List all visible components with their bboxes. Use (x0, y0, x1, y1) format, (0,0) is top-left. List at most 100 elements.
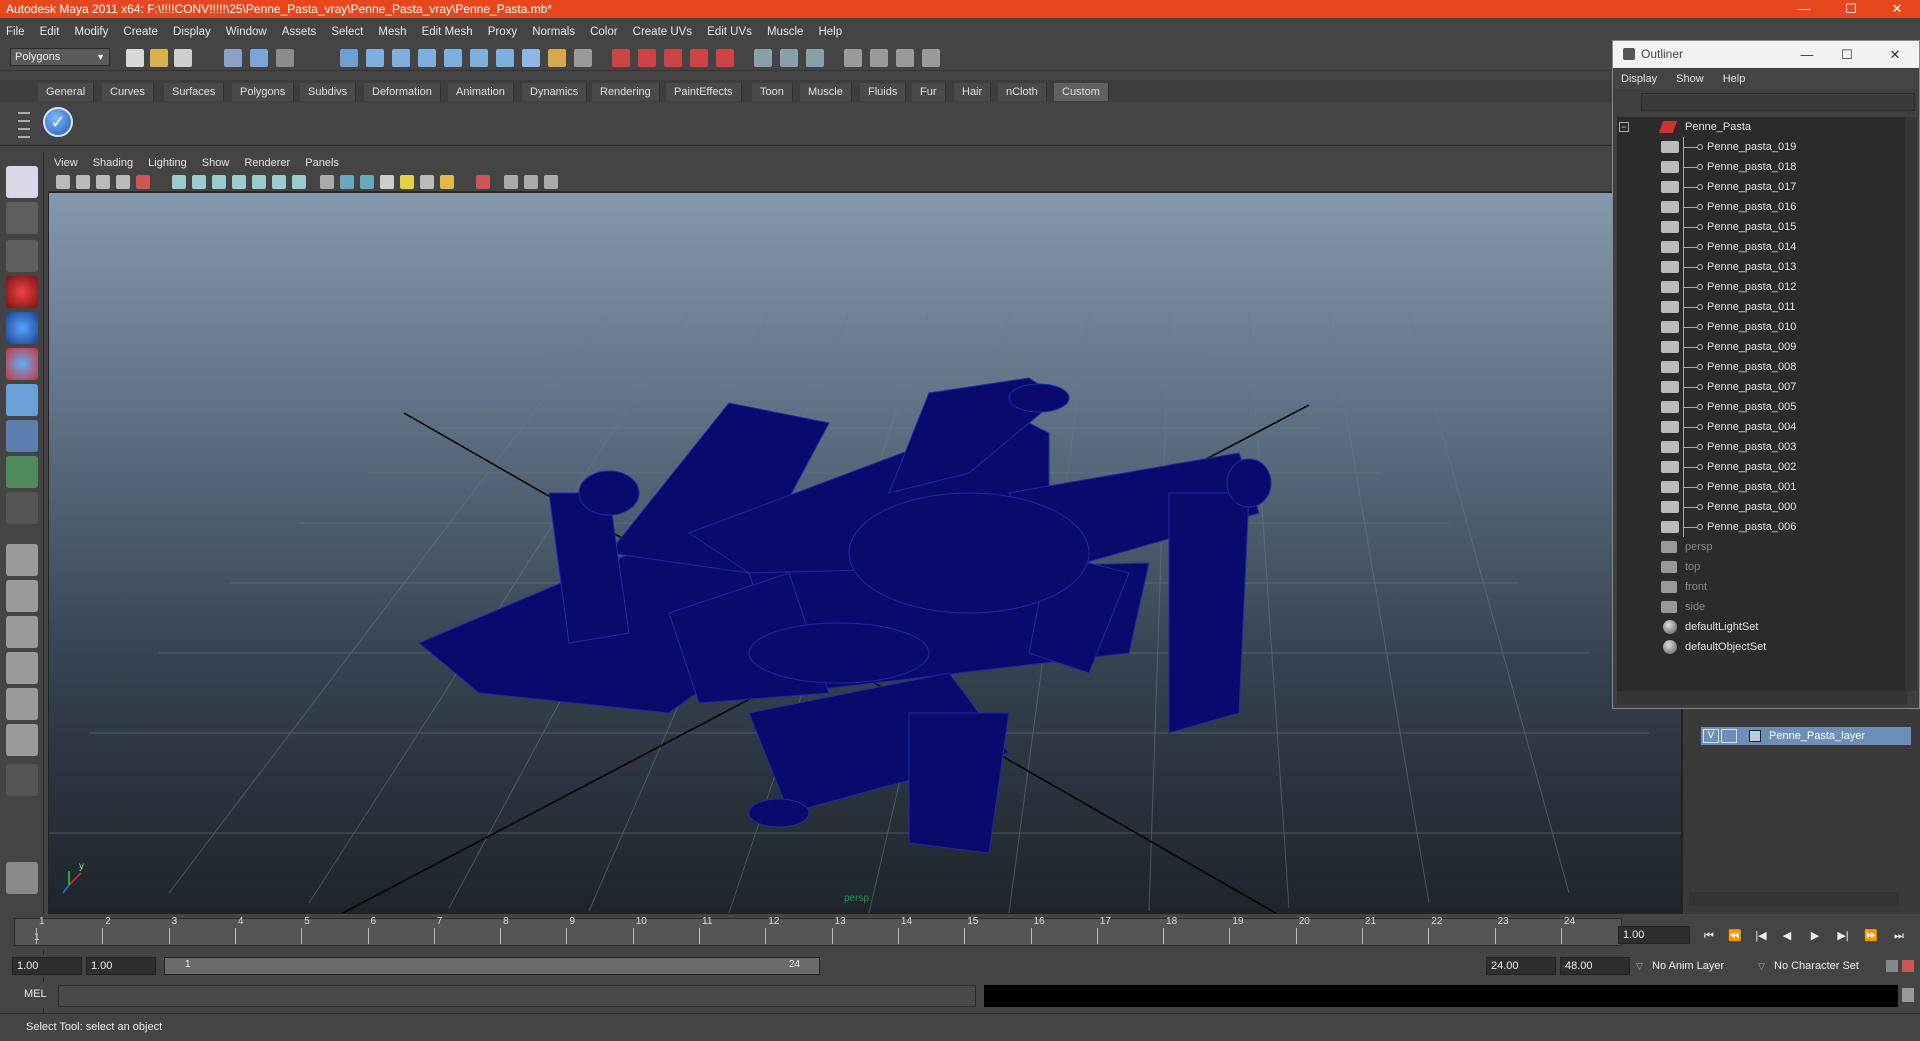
snap-curve-icon[interactable] (366, 49, 384, 67)
persp-graph-hypergraph-layout-icon[interactable] (6, 724, 38, 756)
tab-painteffects[interactable]: PaintEffects (666, 83, 742, 101)
panel-menu-shading[interactable]: Shading (87, 153, 139, 173)
all-lights-icon[interactable] (420, 175, 434, 189)
xray-icon[interactable] (504, 175, 518, 189)
step-back-key-button[interactable]: ⏪ (1726, 928, 1744, 944)
outliner-item[interactable]: Penne_pasta_009 (1617, 337, 1907, 357)
menu-create-uvs[interactable]: Create UVs (627, 22, 698, 42)
anim-layer-select[interactable]: No Anim Layer (1652, 957, 1758, 975)
outliner-item[interactable]: Penne_pasta_007 (1617, 377, 1907, 397)
outliner-item[interactable]: Penne_pasta_005 (1617, 397, 1907, 417)
move-tool-icon[interactable] (6, 276, 38, 308)
outliner-item[interactable]: Penne_pasta_015 (1617, 217, 1907, 237)
select-component-icon[interactable] (276, 49, 294, 67)
play-backwards-button[interactable]: ◀ (1778, 928, 1796, 944)
make-live-icon[interactable] (444, 49, 462, 67)
lasso-tool-icon[interactable] (6, 202, 38, 234)
close-button[interactable]: ✕ (1877, 0, 1917, 18)
wireframe-on-shaded-icon[interactable] (360, 175, 374, 189)
outliner-menu-display[interactable]: Display (1613, 69, 1665, 89)
step-forward-frame-button[interactable]: ▶| (1834, 928, 1852, 944)
tab-subdivs[interactable]: Subdivs (300, 83, 357, 101)
safe-action-icon[interactable] (272, 175, 286, 189)
tab-hair[interactable]: Hair (954, 83, 992, 101)
open-scene-icon[interactable] (150, 49, 168, 67)
four-pane-layout-icon[interactable] (6, 580, 38, 612)
tab-surfaces[interactable]: Surfaces (164, 83, 225, 101)
go-to-end-button[interactable]: ⏭ (1890, 928, 1908, 944)
outliner-list[interactable]: − Penne_Pasta Penne_pasta_019 Penne_pasta… (1617, 117, 1909, 691)
scene-end-field[interactable]: 48.00 (1560, 957, 1630, 975)
tab-custom[interactable]: Custom (1054, 83, 1109, 101)
panel-menu-show[interactable]: Show (196, 153, 236, 173)
tab-muscle[interactable]: Muscle (800, 83, 852, 101)
minimize-button[interactable]: — (1784, 0, 1824, 18)
menu-create[interactable]: Create (117, 22, 164, 42)
menu-edit-uvs[interactable]: Edit UVs (701, 22, 758, 42)
outliner-toggle-icon[interactable] (896, 49, 914, 67)
tab-ncloth[interactable]: nCloth (998, 83, 1047, 101)
script-editor-icon[interactable] (1902, 988, 1914, 1002)
outliner-item[interactable]: Penne_pasta_018 (1617, 157, 1907, 177)
outliner-item[interactable]: Penne_pasta_001 (1617, 477, 1907, 497)
tab-general[interactable]: General (38, 83, 95, 101)
layout-options-icon[interactable] (6, 764, 38, 796)
menu-modify[interactable]: Modify (68, 22, 114, 42)
default-lighting-icon[interactable] (400, 175, 414, 189)
show-manipulator-icon[interactable] (6, 456, 38, 488)
sidebar-toggle-icon[interactable] (844, 49, 862, 67)
select-hierarchy-icon[interactable] (224, 49, 242, 67)
hypershade-icon[interactable] (690, 49, 708, 67)
current-frame-field[interactable]: 1.00 (1618, 926, 1690, 944)
panel-menu-view[interactable]: View (48, 153, 84, 173)
scene-start-field[interactable]: 1.00 (12, 957, 82, 975)
outliner-item[interactable]: Penne_pasta_012 (1617, 277, 1907, 297)
scale-tool-icon[interactable] (6, 348, 38, 380)
menu-edit-mesh[interactable]: Edit Mesh (416, 22, 479, 42)
snap-point-icon[interactable] (392, 49, 410, 67)
grid-toggle-icon[interactable] (172, 175, 186, 189)
render-view-icon[interactable] (716, 49, 734, 67)
outliner-item[interactable]: Penne_pasta_000 (1617, 497, 1907, 517)
panel-menu-panels[interactable]: Panels (299, 153, 345, 173)
outliner-item[interactable]: Penne_pasta_003 (1617, 437, 1907, 457)
menu-proxy[interactable]: Proxy (482, 22, 523, 42)
outliner-camera-item[interactable]: top (1617, 557, 1907, 577)
tab-toon[interactable]: Toon (752, 83, 793, 101)
tab-animation[interactable]: Animation (448, 83, 514, 101)
outliner-set-item[interactable]: defaultObjectSet (1617, 637, 1907, 657)
gate-mask-icon[interactable] (232, 175, 246, 189)
tab-fluids[interactable]: Fluids (860, 83, 907, 101)
field-chart-icon[interactable] (252, 175, 266, 189)
render-settings-icon[interactable] (664, 49, 682, 67)
render-current-frame-icon[interactable] (612, 49, 630, 67)
panel-menu-lighting[interactable]: Lighting (142, 153, 193, 173)
play-forwards-button[interactable]: ▶ (1806, 928, 1824, 944)
maximize-button[interactable]: ☐ (1831, 0, 1871, 18)
range-slider[interactable]: 1 24 (164, 957, 820, 975)
select-tool-icon[interactable] (6, 166, 38, 198)
chevron-down-icon[interactable]: ▽ (1636, 957, 1643, 975)
menu-color[interactable]: Color (584, 22, 623, 42)
outliner-item[interactable]: Penne_pasta_016 (1617, 197, 1907, 217)
outliner-item[interactable]: Penne_pasta_004 (1617, 417, 1907, 437)
tab-polygons[interactable]: Polygons (232, 83, 295, 101)
menu-help[interactable]: Help (812, 22, 848, 42)
outliner-camera-item[interactable]: side (1617, 597, 1907, 617)
tab-fur[interactable]: Fur (912, 83, 946, 101)
layer-editor-toggle-icon[interactable] (870, 49, 888, 67)
new-scene-icon[interactable] (126, 49, 144, 67)
menu-window[interactable]: Window (220, 22, 273, 42)
smooth-shade-icon[interactable] (340, 175, 354, 189)
channel-box-icon[interactable] (754, 49, 772, 67)
outliner-item[interactable]: Penne_pasta_006 (1617, 517, 1907, 537)
tab-curves[interactable]: Curves (102, 83, 154, 101)
shelf-menu-icon[interactable] (14, 106, 34, 142)
shadows-icon[interactable] (440, 175, 454, 189)
check-icon[interactable]: ✓ (43, 107, 73, 137)
outliner-item[interactable]: Penne_pasta_017 (1617, 177, 1907, 197)
xray-components-icon[interactable] (544, 175, 558, 189)
soft-modification-icon[interactable] (6, 420, 38, 452)
chevron-down-icon[interactable]: ▽ (1758, 957, 1765, 975)
lock-icon[interactable] (548, 49, 566, 67)
